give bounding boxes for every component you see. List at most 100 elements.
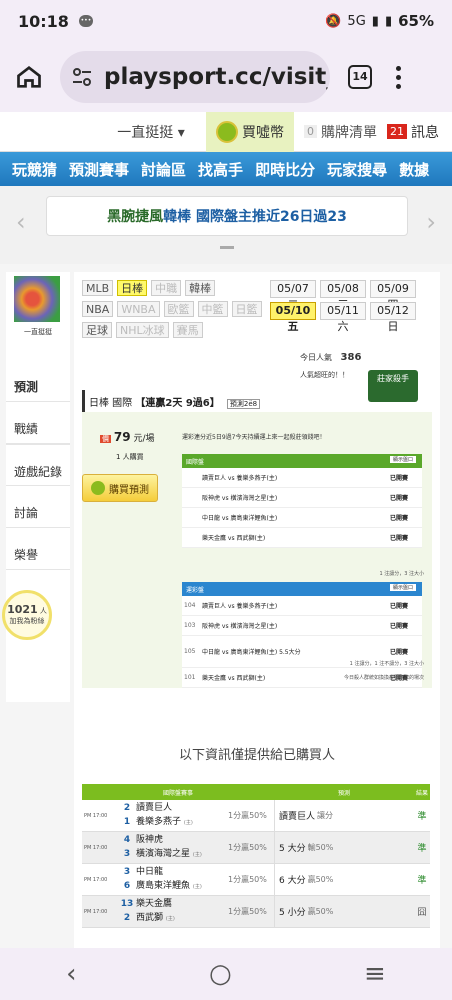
intl-table-title: 國際盤: [186, 459, 205, 466]
league-cpbl[interactable]: 中職: [151, 280, 182, 296]
lottery-table-footer: 1 注讓分，1 注不讓分，3 注大小: [349, 661, 424, 667]
browser-menu-icon[interactable]: [396, 65, 402, 89]
header-games: 國際盤賽事: [162, 789, 193, 797]
cart-link[interactable]: 0 購牌清單: [304, 122, 377, 142]
away-team: 中日龍: [136, 867, 164, 877]
recents-icon[interactable]: ≡: [364, 959, 386, 989]
nav-item-experts[interactable]: 找高手: [198, 159, 243, 180]
price-value: 79: [113, 430, 131, 444]
prediction-header: 日棒 國際 【連贏2天 9過6】 預測2ё8: [82, 390, 432, 414]
row-status: 已開賽: [389, 475, 408, 482]
coin-icon: [216, 120, 238, 143]
row-num: 104: [184, 602, 196, 609]
league-kbo[interactable]: 韓棒: [185, 280, 216, 296]
league-wnba[interactable]: WNBA: [117, 301, 160, 317]
lottery-table-header: 運彩盤 顯示盤口: [182, 582, 422, 596]
visit-label: 今日人氣: [300, 353, 332, 362]
team-num: 3: [123, 867, 131, 877]
prediction-cell: 5 大分 輸50%: [274, 831, 414, 864]
row-teams: 讀賣巨人 vs 養樂多燕子(主): [202, 475, 278, 482]
nav-item-player-search[interactable]: 玩家搜尋: [327, 159, 387, 180]
user-menu[interactable]: 一直挺挺 ▾: [96, 122, 206, 142]
show-odds-button[interactable]: 顯示盤口: [389, 456, 416, 463]
league-mlb[interactable]: MLB: [82, 280, 114, 296]
table-row: PM 17:00 13 樂天金鷹 2 西武獅 (主) 1分贏50% 5 小分 贏50% …: [82, 895, 430, 928]
date-0509[interactable]: 05/09 四: [370, 280, 416, 311]
coin-icon: [91, 481, 105, 495]
row-num: 103: [184, 622, 196, 629]
tab-switcher-button[interactable]: 14: [348, 65, 372, 89]
messages-label: 訊息: [411, 124, 439, 141]
buy-prediction-button[interactable]: 購買預測: [82, 474, 158, 502]
home-marker: (主): [192, 852, 202, 858]
league-soccer[interactable]: 足球: [82, 322, 112, 338]
home-team: 西武獅: [136, 913, 164, 923]
chevron-right-icon[interactable]: ›: [426, 208, 436, 236]
team-num: 6: [123, 881, 131, 891]
chevron-left-icon[interactable]: ‹: [16, 208, 26, 236]
site-settings-icon[interactable]: [70, 65, 94, 89]
row-teams: 讀賣巨人 vs 養樂多燕子(主): [202, 603, 278, 610]
league-jp-basket[interactable]: 日籃: [231, 301, 262, 317]
url-text: playsport.cc/visit_: [104, 64, 330, 90]
prediction-intro: 運彩連分近5日9過7今天持續運上來一起殺莊領錢吧！: [182, 434, 326, 441]
mute-icon: 🔕: [325, 13, 342, 29]
sidebar-item-honor[interactable]: 榮譽: [6, 528, 70, 570]
url-bar[interactable]: playsport.cc/visit_: [60, 51, 330, 103]
show-odds-button[interactable]: 顯示盤口: [389, 584, 416, 591]
league-filter: MLB 日棒 中職 韓棒 NBA WNBA 歐籃 中籃 日籃 足球 NHL冰球 …: [82, 280, 262, 343]
sidebar-item-record[interactable]: 戰績: [6, 402, 70, 444]
carousel-indicator: [220, 246, 234, 249]
profile-name: 一直挺挺: [24, 328, 52, 336]
date-0511[interactable]: 05/11 六: [320, 302, 366, 333]
date-0507[interactable]: 05/07 二: [270, 280, 316, 311]
header-result: 結果: [415, 789, 428, 797]
message-count: 21: [387, 124, 407, 139]
league-euro-basket[interactable]: 歐籃: [163, 301, 194, 317]
headline-highlight: 韓棒 國際盤主推近26日過23: [163, 209, 347, 225]
date-0510[interactable]: 05/10 五: [270, 302, 316, 333]
league-nhl[interactable]: NHL冰球: [116, 322, 169, 338]
price-unit: 元/場: [133, 434, 155, 444]
result: 囧: [417, 908, 427, 918]
game-time: PM 17:00: [84, 844, 108, 851]
league-npb[interactable]: 日棒: [117, 280, 148, 296]
home-circle-icon[interactable]: ○: [209, 959, 232, 989]
back-icon[interactable]: ‹: [66, 959, 76, 989]
date-0512[interactable]: 05/12 日: [370, 302, 416, 333]
main-nav: 玩競猜 預測賽事 討論區 找高手 即時比分 玩家搜尋 數據: [0, 152, 452, 186]
nav-item-forum[interactable]: 討論區: [141, 159, 186, 180]
price-badge: 價: [100, 435, 111, 443]
league-cba[interactable]: 中籃: [197, 301, 228, 317]
headline-prefix: 黑腕捷風: [107, 209, 164, 225]
sidebar-item-game-log[interactable]: 遊戲紀錄: [6, 444, 70, 486]
result: 準: [417, 844, 427, 854]
headline-text[interactable]: 黑腕捷風 韓棒 國際盤主推近26日過23: [46, 196, 408, 236]
nav-item-data[interactable]: 數據: [399, 159, 429, 180]
table-row: 樂天金鷹 vs 西武獅(主) 已開賽: [182, 528, 422, 548]
date-0508[interactable]: 05/08 三: [320, 280, 366, 311]
game-time: PM 17:00: [84, 812, 108, 819]
league-horse[interactable]: 賽馬: [172, 322, 203, 338]
nav-item-play[interactable]: 玩競猜: [12, 159, 57, 180]
league-nba[interactable]: NBA: [82, 301, 114, 317]
avatar[interactable]: [14, 276, 60, 322]
sidebar-item-discussion[interactable]: 討論: [6, 486, 70, 528]
results-table: 國際盤賽事 預測 結果 PM 17:00 2 讀賣巨人 1 養樂多燕子 (主) 1分贏…: [82, 784, 430, 928]
pick: 5 大分: [279, 844, 306, 854]
nav-item-predict[interactable]: 預測賽事: [69, 159, 129, 180]
sidebar-item-predict[interactable]: 預測: [6, 360, 70, 402]
team-num: 3: [123, 849, 131, 859]
lottery-table-title: 運彩盤: [186, 587, 205, 594]
messages-link[interactable]: 21 訊息: [387, 122, 439, 142]
prediction-cell: 6 大分 贏50%: [274, 863, 414, 896]
home-icon[interactable]: [12, 60, 46, 94]
game-spread: 1分贏50%: [228, 907, 267, 916]
game-spread: 1分贏50%: [228, 875, 267, 884]
intl-table-header: 國際盤 顯示盤口: [182, 454, 422, 468]
fans-badge[interactable]: 1021 人 加我為粉絲: [2, 590, 52, 640]
away-team: 阪神虎: [136, 835, 164, 845]
buy-coin-button[interactable]: 買噓幣: [206, 112, 294, 152]
nav-item-live-score[interactable]: 即時比分: [255, 159, 315, 180]
away-team: 讀賣巨人: [136, 803, 173, 813]
